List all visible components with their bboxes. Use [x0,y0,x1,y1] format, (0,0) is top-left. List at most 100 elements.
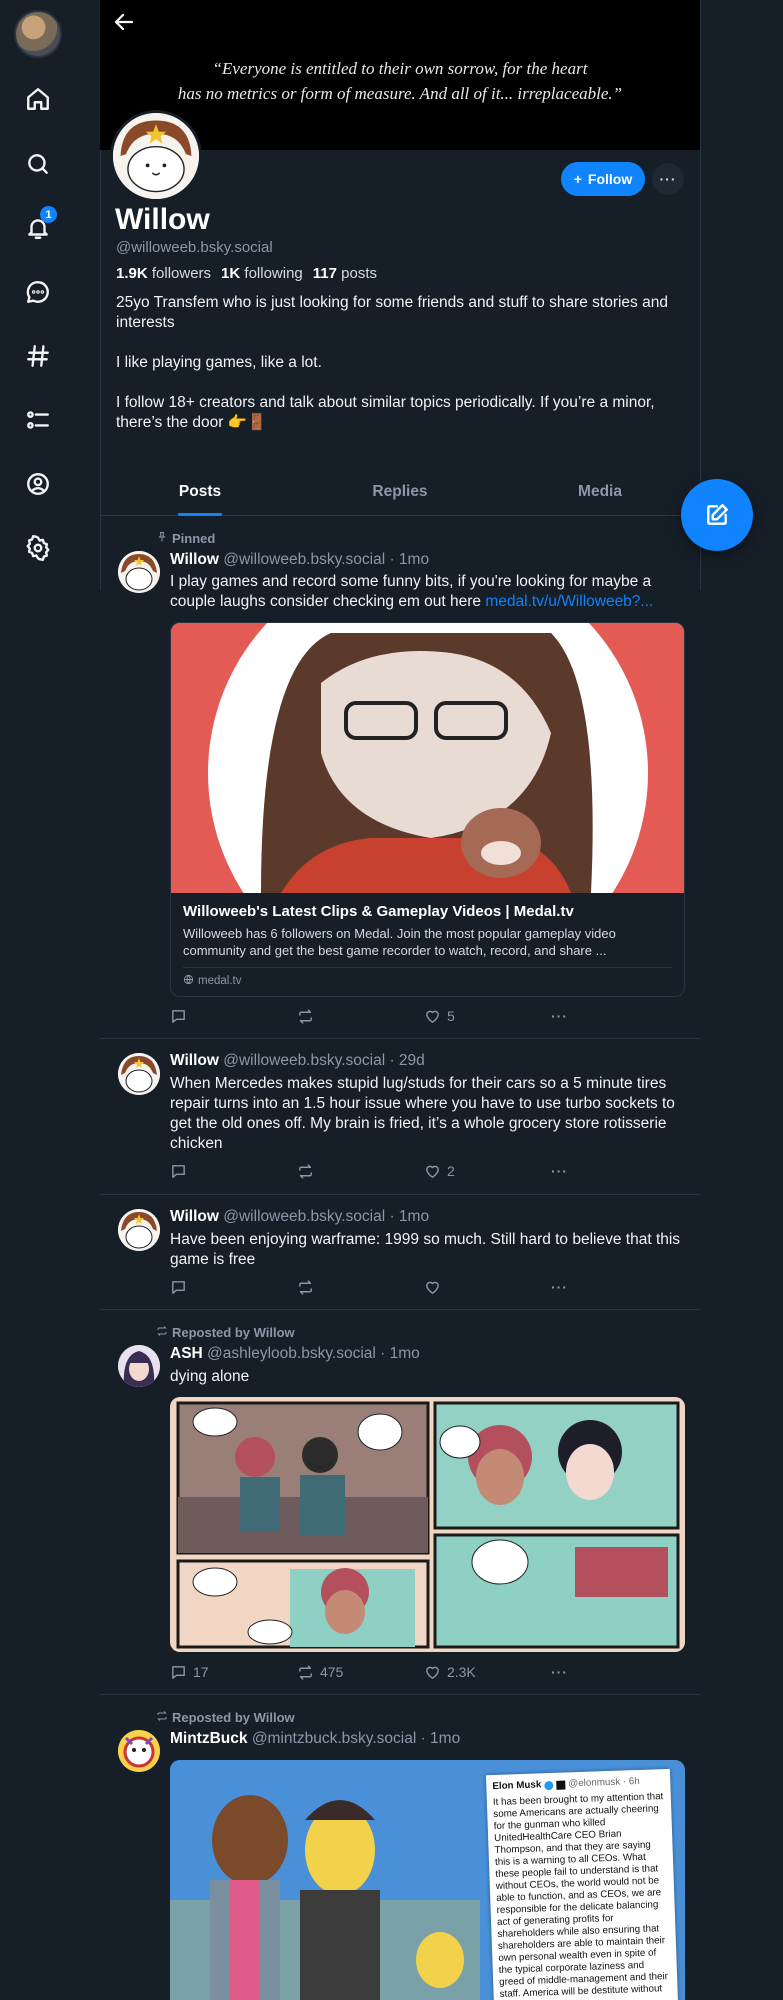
embedded-tweet-screenshot: Elon Musk @elonmusk · 6h It has been bro… [485,1768,679,2000]
post-author-avatar[interactable] [118,1209,160,1251]
like-button[interactable]: 2 [424,1161,551,1181]
feed-post[interactable]: Willow @willoweeb.bsky.social · 29d When… [100,1039,700,1194]
post-text: I play games and record some funny bits,… [170,572,690,612]
post-link[interactable]: medal.tv/u/Willoweeb?... [485,593,653,610]
pinned-indicator: Pinned [156,531,215,546]
reply-button[interactable] [170,1277,297,1297]
tweet-author-handle: @elonmusk · 6h [568,1775,640,1790]
plus-icon: + [573,171,582,187]
tweet-body: It has been brought to my attention that… [492,1791,669,2000]
feed-post[interactable]: Pinned Willow @willoweeb.bsky.social · 1… [100,517,700,1039]
post-header: MintzBuck @mintzbuck.bsky.social · 1mo [170,1730,460,1748]
post-author-handle[interactable]: @ashleyloob.bsky.social · 1mo [207,1345,420,1362]
post-more-button[interactable]: ··· [551,1277,590,1297]
reply-icon [172,1164,185,1178]
like-count: 5 [446,1008,455,1024]
profile-handle: @willoweeb.bsky.social [116,239,273,256]
repost-button[interactable]: 475 [297,1662,424,1682]
tab-replies[interactable]: Replies [300,472,500,515]
like-button[interactable]: 5 [424,1006,551,1026]
followers-stat[interactable]: 1.9K followers [116,265,211,282]
following-count: 1K [221,265,241,282]
post-text: dying alone [170,1368,250,1385]
reply-icon [172,1280,185,1294]
profile-display-name: Willow [115,203,210,236]
post-author-handle[interactable]: @willoweeb.bsky.social · 29d [223,1052,425,1069]
post-author-handle[interactable]: @willoweeb.bsky.social · 1mo [223,551,429,568]
post-author-name[interactable]: Willow [170,551,219,568]
post-more-button[interactable]: ··· [551,1161,590,1181]
post-author-avatar[interactable] [118,1730,160,1772]
link-card-image [171,623,684,893]
post-header: Willow @willoweeb.bsky.social · 29d [170,1052,425,1070]
like-button[interactable] [424,1277,551,1297]
feed-post[interactable]: Willow @willoweeb.bsky.social · 1mo Have… [100,1195,700,1309]
reply-button[interactable]: 17 [170,1662,297,1682]
globe-icon [183,974,194,988]
more-options-button[interactable]: ··· [652,163,684,195]
verified-badge-icon [544,1780,554,1790]
post-author-name[interactable]: Willow [170,1052,219,1069]
repost-icon [299,1163,312,1179]
post-header: Willow @willoweeb.bsky.social · 1mo [170,551,429,569]
tweet-author-name: Elon Musk [492,1779,542,1793]
feed-post[interactable]: Reposted by Willow ASH @ashleyloob.bsky.… [100,1310,700,1694]
repost-button[interactable] [297,1161,424,1181]
posts-label: posts [341,265,378,282]
followers-label: followers [151,265,212,282]
notifications-bell-icon[interactable]: 1 [18,206,58,248]
back-arrow-icon[interactable] [112,10,138,36]
reply-count: 17 [193,1664,209,1680]
home-icon[interactable] [18,79,58,119]
repost-button[interactable] [297,1277,424,1297]
following-stat[interactable]: 1K following [221,265,303,282]
settings-gear-icon[interactable] [18,528,58,568]
post-author-avatar[interactable] [118,1345,160,1387]
posts-count: 117 [312,265,337,282]
like-button[interactable]: 2.3K [424,1662,551,1682]
repost-small-icon [156,1325,168,1340]
pinned-label: Pinned [172,531,216,546]
x-logo-icon [556,1780,566,1790]
tab-posts[interactable]: Posts [100,472,300,515]
repost-indicator: Reposted by Willow [156,1710,295,1725]
post-author-name[interactable]: ASH [170,1345,203,1362]
post-author-avatar[interactable] [118,1053,160,1095]
tab-media[interactable]: Media [500,472,700,515]
post-text: When Mercedes makes stupid lug/studs for… [170,1075,675,1152]
post-author-name[interactable]: Willow [170,1208,219,1225]
post-author-handle[interactable]: @willoweeb.bsky.social · 1mo [223,1208,429,1225]
repost-count: 475 [319,1664,344,1680]
repost-icon [299,1279,312,1295]
reposted-by-label: Reposted by Willow [172,1325,295,1340]
post-actions: 5 ··· [170,1006,590,1026]
link-card-title: Willoweeb's Latest Clips & Gameplay Vide… [183,903,574,920]
link-card-domain: medal.tv [183,967,672,988]
post-image-comic[interactable] [170,1397,685,1652]
post-image-meme[interactable]: Elon Musk @elonmusk · 6h It has been bro… [170,1760,685,2000]
feeds-hashtag-icon[interactable] [18,336,58,376]
profile-avatar[interactable] [110,110,202,202]
post-author-name[interactable]: MintzBuck [170,1730,248,1747]
post-author-handle[interactable]: @mintzbuck.bsky.social · 1mo [252,1730,460,1747]
follow-button[interactable]: + Follow [561,162,645,196]
link-card[interactable]: Willoweeb's Latest Clips & Gameplay Vide… [170,622,685,997]
bio-line: 25yo Transfem who is just looking for so… [116,294,668,331]
like-count: 2 [446,1163,455,1179]
repost-icon [299,1664,312,1680]
post-more-button[interactable]: ··· [551,1662,590,1682]
feed-post[interactable]: Reposted by Willow MintzBuck @mintzbuck.… [100,1695,700,2000]
post-author-avatar[interactable] [118,551,160,593]
post-more-button[interactable]: ··· [551,1006,590,1026]
post-actions: 17 475 2.3K ··· [170,1662,590,1682]
chat-icon[interactable] [18,272,58,312]
followers-count: 1.9K [116,265,148,282]
reply-button[interactable] [170,1006,297,1026]
reply-button[interactable] [170,1161,297,1181]
repost-button[interactable] [297,1006,424,1026]
current-user-avatar[interactable] [14,10,62,58]
lists-icon[interactable] [18,400,58,440]
search-icon[interactable] [18,144,58,184]
repost-small-icon [156,1710,168,1725]
profile-icon[interactable] [18,464,58,504]
